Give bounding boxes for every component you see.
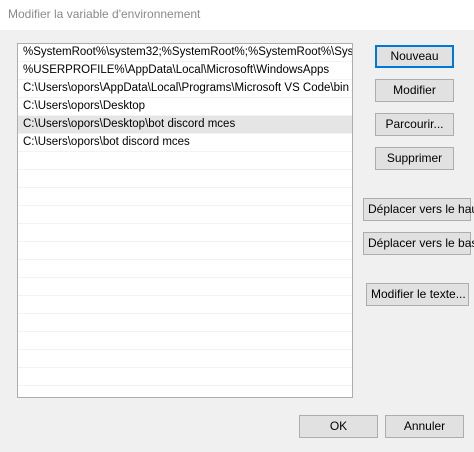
new-button[interactable]: Nouveau bbox=[375, 45, 454, 68]
empty-row[interactable] bbox=[18, 260, 352, 278]
empty-row[interactable] bbox=[18, 188, 352, 206]
empty-row[interactable] bbox=[18, 152, 352, 170]
path-list[interactable]: %SystemRoot%\system32;%SystemRoot%;%Syst… bbox=[17, 43, 353, 398]
empty-row[interactable] bbox=[18, 368, 352, 386]
edit-button[interactable]: Modifier bbox=[375, 79, 454, 102]
ok-button[interactable]: OK bbox=[299, 415, 378, 438]
list-item-selected[interactable]: C:\Users\opors\Desktop\bot discord mces bbox=[18, 116, 352, 134]
cancel-button[interactable]: Annuler bbox=[385, 415, 464, 438]
empty-row[interactable] bbox=[18, 350, 352, 368]
browse-button[interactable]: Parcourir... bbox=[375, 113, 454, 136]
list-item[interactable]: %USERPROFILE%\AppData\Local\Microsoft\Wi… bbox=[18, 62, 352, 80]
empty-row[interactable] bbox=[18, 242, 352, 260]
empty-row[interactable] bbox=[18, 296, 352, 314]
move-up-button[interactable]: Déplacer vers le haut bbox=[363, 198, 474, 221]
list-item[interactable]: C:\Users\opors\AppData\Local\Programs\Mi… bbox=[18, 80, 352, 98]
empty-row[interactable] bbox=[18, 224, 352, 242]
list-item[interactable]: %SystemRoot%\system32;%SystemRoot%;%Syst… bbox=[18, 44, 352, 62]
window-title: Modifier la variable d'environnement bbox=[8, 7, 201, 21]
empty-row[interactable] bbox=[18, 206, 352, 224]
title-bar: Modifier la variable d'environnement bbox=[0, 0, 474, 30]
empty-row[interactable] bbox=[18, 314, 352, 332]
empty-row[interactable] bbox=[18, 278, 352, 296]
list-item[interactable]: C:\Users\opors\Desktop bbox=[18, 98, 352, 116]
list-item[interactable]: C:\Users\opors\bot discord mces bbox=[18, 134, 352, 152]
empty-row[interactable] bbox=[18, 332, 352, 350]
empty-row[interactable] bbox=[18, 386, 352, 397]
delete-button[interactable]: Supprimer bbox=[375, 147, 454, 170]
edit-text-button[interactable]: Modifier le texte... bbox=[366, 283, 469, 306]
move-down-button[interactable]: Déplacer vers le bas bbox=[363, 232, 474, 255]
empty-row[interactable] bbox=[18, 170, 352, 188]
